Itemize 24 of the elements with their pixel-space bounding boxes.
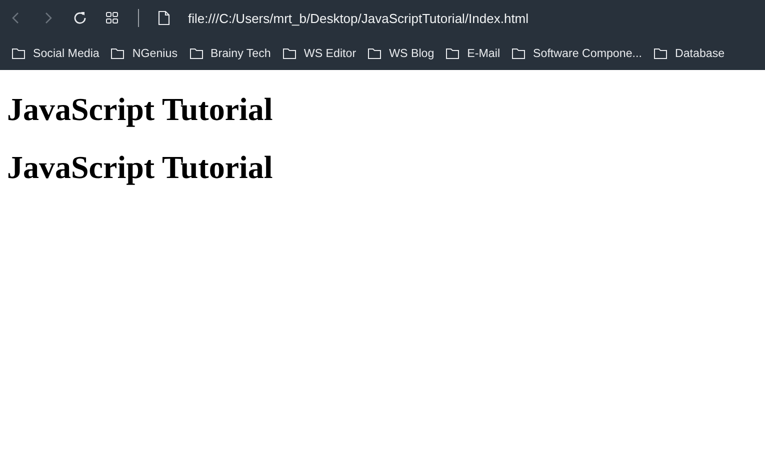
grid-icon (104, 10, 120, 26)
reload-button[interactable] (72, 10, 88, 26)
address-field[interactable]: file:///C:/Users/mrt_b/Desktop/JavaScriptTutorial/Index.html (188, 10, 529, 26)
bookmark-item[interactable]: WS Blog (368, 46, 434, 60)
bookmark-item[interactable]: Database (654, 46, 725, 60)
folder-icon (12, 48, 25, 58)
bookmark-item[interactable]: Software Compone... (512, 46, 642, 60)
tabs-button[interactable] (104, 10, 120, 26)
page-heading: JavaScript Tutorial (7, 149, 274, 186)
page-icon (157, 10, 171, 26)
folder-icon (282, 48, 296, 58)
page-heading: JavaScript Tutorial (7, 91, 274, 128)
folder-icon (446, 48, 460, 58)
bookmark-item[interactable]: Social Media (12, 46, 100, 60)
bookmark-item[interactable]: Brainy Tech (190, 46, 271, 60)
folder-icon (654, 48, 667, 58)
folder-icon (368, 48, 382, 58)
bookmark-item[interactable]: WS Editor (282, 46, 356, 60)
folder-icon (190, 48, 202, 58)
reload-icon (72, 10, 88, 26)
folder-icon (111, 48, 124, 58)
bookmark-item[interactable]: E-Mail (446, 46, 500, 60)
folder-icon (512, 48, 526, 58)
bookmark-item[interactable]: NGenius (111, 46, 178, 60)
